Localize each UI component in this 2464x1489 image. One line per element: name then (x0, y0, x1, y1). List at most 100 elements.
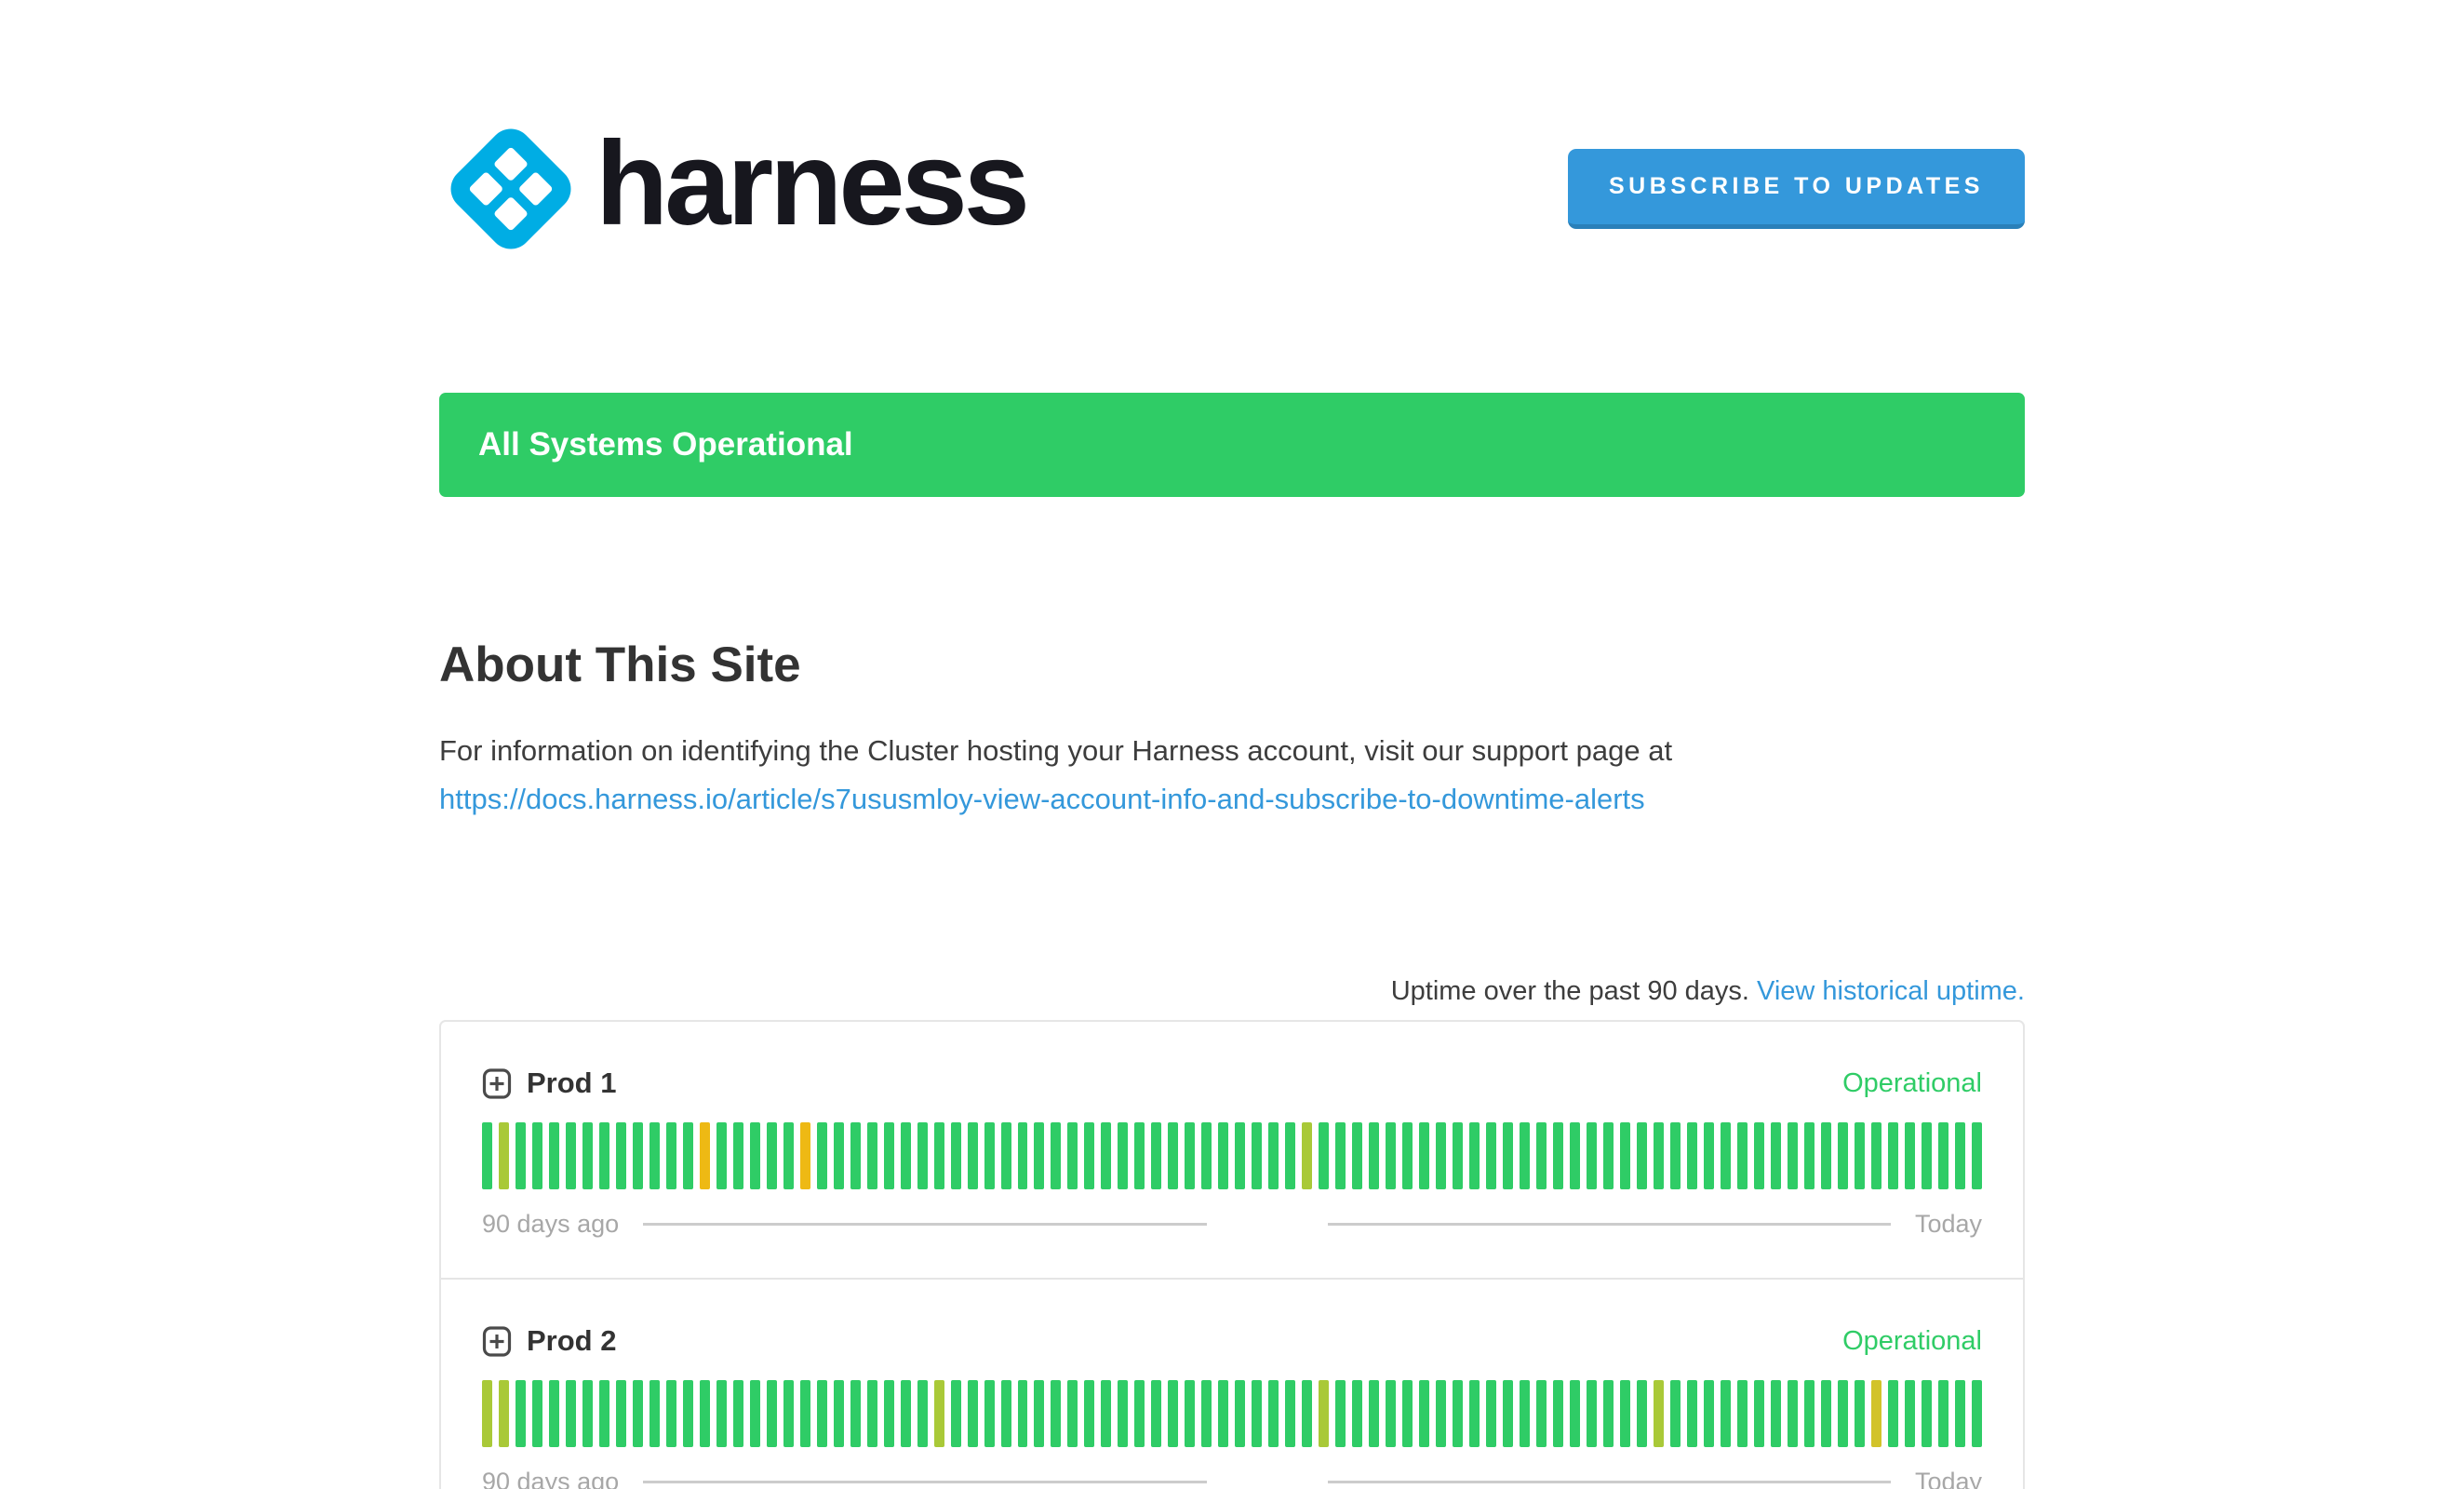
uptime-bar[interactable] (566, 1380, 576, 1447)
uptime-bar[interactable] (1654, 1122, 1664, 1189)
uptime-bar[interactable] (1419, 1380, 1429, 1447)
uptime-bar[interactable] (583, 1122, 593, 1189)
uptime-bar[interactable] (1972, 1380, 1982, 1447)
uptime-bar[interactable] (1067, 1122, 1078, 1189)
uptime-bar[interactable] (867, 1380, 877, 1447)
uptime-bar[interactable] (1453, 1380, 1463, 1447)
uptime-bar[interactable] (1503, 1380, 1513, 1447)
uptime-bar[interactable] (532, 1380, 542, 1447)
uptime-bar[interactable] (1838, 1122, 1848, 1189)
expand-group-icon[interactable] (482, 1066, 512, 1100)
uptime-bar[interactable] (716, 1380, 727, 1447)
uptime-bar[interactable] (716, 1122, 727, 1189)
uptime-bar[interactable] (516, 1380, 526, 1447)
uptime-bar[interactable] (482, 1380, 492, 1447)
uptime-bar[interactable] (1888, 1380, 1898, 1447)
uptime-bar[interactable] (1637, 1122, 1647, 1189)
uptime-bar[interactable] (1754, 1380, 1764, 1447)
uptime-bar[interactable] (1268, 1380, 1279, 1447)
uptime-bar[interactable] (1018, 1380, 1028, 1447)
uptime-bar[interactable] (1118, 1380, 1128, 1447)
uptime-bar[interactable] (1051, 1380, 1061, 1447)
uptime-bar[interactable] (1218, 1380, 1228, 1447)
uptime-bar[interactable] (1721, 1380, 1731, 1447)
uptime-bar[interactable] (532, 1122, 542, 1189)
uptime-bar[interactable] (1436, 1380, 1446, 1447)
uptime-bar[interactable] (951, 1122, 961, 1189)
uptime-bar[interactable] (1084, 1380, 1094, 1447)
uptime-bar[interactable] (1453, 1122, 1463, 1189)
uptime-bar[interactable] (968, 1380, 978, 1447)
uptime-bar[interactable] (683, 1122, 693, 1189)
uptime-bar[interactable] (1503, 1122, 1513, 1189)
uptime-bar[interactable] (1754, 1122, 1764, 1189)
uptime-bar[interactable] (1218, 1122, 1228, 1189)
uptime-bar[interactable] (1369, 1380, 1379, 1447)
uptime-bar[interactable] (1670, 1122, 1681, 1189)
uptime-bar[interactable] (683, 1380, 693, 1447)
uptime-bar[interactable] (1034, 1122, 1044, 1189)
uptime-bar[interactable] (1335, 1122, 1346, 1189)
uptime-bar[interactable] (1620, 1122, 1630, 1189)
uptime-bar[interactable] (666, 1380, 676, 1447)
uptime-bar[interactable] (1034, 1380, 1044, 1447)
uptime-bar[interactable] (1536, 1380, 1547, 1447)
uptime-bar[interactable] (733, 1122, 743, 1189)
uptime-bar[interactable] (750, 1380, 760, 1447)
uptime-bar[interactable] (1201, 1122, 1212, 1189)
uptime-bar[interactable] (1788, 1122, 1798, 1189)
uptime-bar[interactable] (516, 1122, 526, 1189)
uptime-bar[interactable] (817, 1122, 827, 1189)
uptime-bar[interactable] (1821, 1122, 1831, 1189)
uptime-bar[interactable] (1620, 1380, 1630, 1447)
uptime-bar[interactable] (1151, 1122, 1161, 1189)
uptime-bar[interactable] (1101, 1122, 1111, 1189)
uptime-bar[interactable] (1520, 1380, 1530, 1447)
uptime-bar[interactable] (1821, 1380, 1831, 1447)
uptime-bar[interactable] (767, 1122, 777, 1189)
uptime-bar[interactable] (1118, 1122, 1128, 1189)
uptime-bar[interactable] (800, 1380, 810, 1447)
uptime-bar[interactable] (951, 1380, 961, 1447)
uptime-bar[interactable] (1687, 1122, 1697, 1189)
uptime-bar[interactable] (1704, 1380, 1714, 1447)
uptime-bar[interactable] (1587, 1380, 1597, 1447)
uptime-bar[interactable] (700, 1122, 710, 1189)
uptime-bar[interactable] (834, 1122, 844, 1189)
uptime-bar[interactable] (1486, 1380, 1496, 1447)
uptime-bar[interactable] (934, 1122, 944, 1189)
uptime-bar[interactable] (1386, 1122, 1396, 1189)
uptime-bar[interactable] (783, 1380, 794, 1447)
uptime-bar[interactable] (1386, 1380, 1396, 1447)
subscribe-to-updates-button[interactable]: SUBSCRIBE TO UPDATES (1568, 149, 2025, 229)
uptime-bar[interactable] (1469, 1122, 1480, 1189)
uptime-bar[interactable] (1486, 1122, 1496, 1189)
uptime-bar[interactable] (850, 1380, 861, 1447)
uptime-bar[interactable] (1402, 1380, 1413, 1447)
uptime-bar[interactable] (1570, 1380, 1580, 1447)
uptime-bar[interactable] (1101, 1380, 1111, 1447)
uptime-bar[interactable] (1637, 1380, 1647, 1447)
uptime-bar[interactable] (1168, 1122, 1178, 1189)
uptime-bar[interactable] (1419, 1122, 1429, 1189)
uptime-bar[interactable] (1536, 1122, 1547, 1189)
uptime-bar[interactable] (1737, 1122, 1748, 1189)
uptime-bar[interactable] (1520, 1122, 1530, 1189)
uptime-bar[interactable] (1018, 1122, 1028, 1189)
uptime-bar[interactable] (901, 1122, 911, 1189)
uptime-bar[interactable] (1804, 1122, 1815, 1189)
uptime-bar[interactable] (1268, 1122, 1279, 1189)
uptime-bar[interactable] (1955, 1122, 1965, 1189)
uptime-bar[interactable] (1804, 1380, 1815, 1447)
uptime-bar[interactable] (750, 1122, 760, 1189)
uptime-bar[interactable] (1335, 1380, 1346, 1447)
uptime-bar[interactable] (700, 1380, 710, 1447)
uptime-bar[interactable] (549, 1122, 559, 1189)
uptime-bar[interactable] (867, 1122, 877, 1189)
uptime-bar[interactable] (1285, 1122, 1295, 1189)
uptime-bar[interactable] (1603, 1122, 1614, 1189)
uptime-bar[interactable] (1838, 1380, 1848, 1447)
uptime-bar[interactable] (1670, 1380, 1681, 1447)
uptime-bar[interactable] (1469, 1380, 1480, 1447)
uptime-bar[interactable] (1168, 1380, 1178, 1447)
